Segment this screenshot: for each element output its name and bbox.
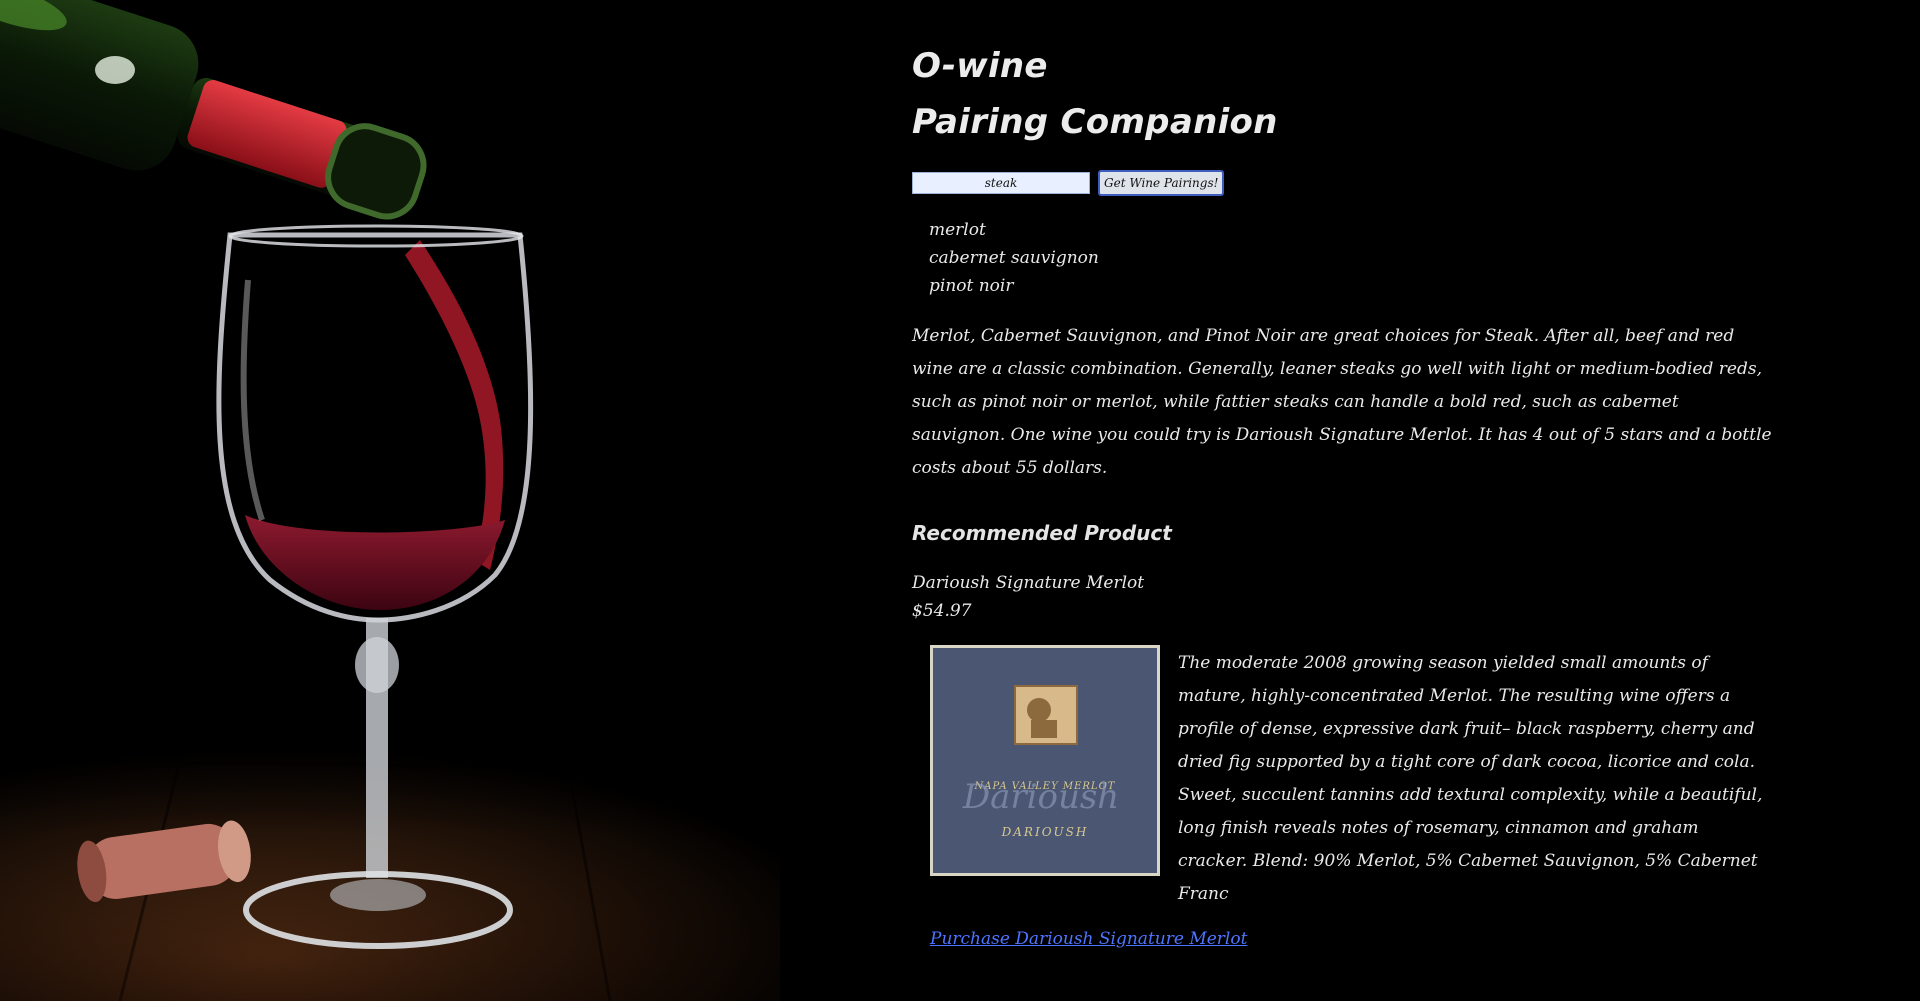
label-brand-text: DARIOUSH — [1001, 825, 1089, 839]
product-price: $54.97 — [912, 601, 972, 621]
product-name: Darioush Signature Merlot — [912, 573, 1145, 593]
list-item: pinot noir — [929, 276, 1014, 296]
get-pairings-button[interactable]: Get Wine Pairings! — [1098, 170, 1225, 196]
main-content: O-wine Pairing Companion Get Wine Pairin… — [912, 38, 1792, 949]
search-form: Get Wine Pairings! — [912, 170, 1792, 196]
wine-glass-illustration — [0, 0, 780, 1001]
hero-image — [0, 0, 780, 1001]
label-script-text: Darioush — [962, 777, 1119, 817]
wine-label-illustration: NAPA VALLEY MERLOT Darioush DARIOUSH — [933, 648, 1157, 873]
search-input[interactable] — [912, 172, 1090, 194]
pairing-summary: Merlot, Cabernet Sauvignon, and Pinot No… — [912, 326, 1772, 478]
page: O-wine Pairing Companion Get Wine Pairin… — [0, 0, 1920, 1001]
list-item: cabernet sauvignon — [929, 248, 1099, 268]
app-title: O-wine Pairing Companion — [912, 38, 1792, 150]
product-image: NAPA VALLEY MERLOT Darioush DARIOUSH — [930, 645, 1160, 876]
list-item: merlot — [929, 220, 986, 240]
product-description: The moderate 2008 growing season yielded… — [1178, 653, 1763, 904]
recommended-heading: Recommended Product — [912, 521, 1172, 545]
app-title-line1: O-wine — [912, 46, 1048, 86]
app-title-line2: Pairing Companion — [912, 102, 1278, 142]
pairing-list: merlot cabernet sauvignon pinot noir — [929, 216, 1792, 300]
purchase-link[interactable]: Purchase Darioush Signature Merlot — [930, 929, 1247, 949]
product-details: NAPA VALLEY MERLOT Darioush DARIOUSH The… — [930, 645, 1792, 911]
